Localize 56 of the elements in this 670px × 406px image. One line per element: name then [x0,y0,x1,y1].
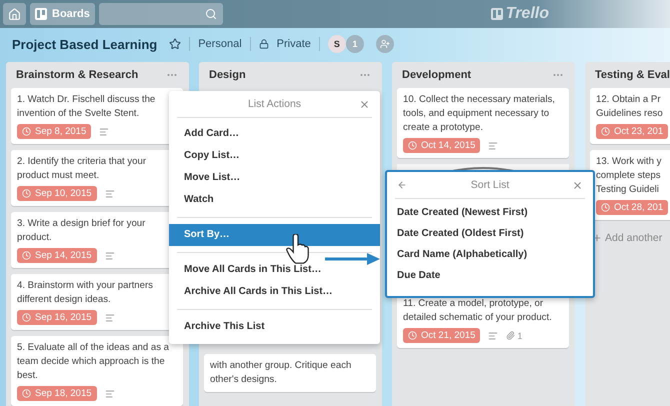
personal-label[interactable]: Personal [198,38,242,50]
list-title: Development [402,69,472,81]
close-icon[interactable] [359,98,370,110]
card[interactable]: 12. Obtain a Pr Guidelines reso Oct 23, 201 [590,88,670,144]
card[interactable]: 10. Collect the necessary materials, tools, and equipment necessary to create a prototype. Oct 14, 2015 [397,88,569,158]
due-date-badge: Sep 14, 2015 [17,248,97,263]
due-date-badge: Sep 8, 2015 [17,124,92,139]
private-label[interactable]: Private [276,38,311,50]
card-title: 2. Identify the criteria that your product must meet. [17,155,148,183]
sort-option[interactable]: Date Created (Newest First) [387,202,593,223]
due-date-badge: Oct 28, 201 [596,200,668,215]
sort-option[interactable]: Due Date [387,265,593,286]
home-button[interactable] [3,3,26,25]
card[interactable]: with another group. Critique each other's designs. [204,354,376,392]
logo: Trello [490,5,549,23]
list-title: Testing & Eval [595,69,670,81]
search-field[interactable] [98,3,223,25]
hand-cursor-icon [286,234,310,264]
menu-item[interactable]: Sort By… [169,224,380,246]
sort-option[interactable]: Card Name (Alphabetically) [387,244,593,265]
home-icon [8,8,21,20]
add-member-icon[interactable] [376,35,394,53]
card-title: 3. Write a design brief for your product. [17,217,146,245]
due-date-badge: Sep 18, 2015 [17,386,97,401]
due-date-badge: Sep 10, 2015 [17,186,97,201]
search-icon [204,8,217,20]
star-icon[interactable] [169,38,182,50]
plus-icon [592,233,602,243]
lock-icon [258,39,269,49]
sort-option[interactable]: Date Created (Oldest First) [387,223,593,244]
card-title: 11. Create a model, prototype, or detailed schematic of your product. [403,297,553,325]
card-title: 4. Brainstorm with your partners different design ideas. [17,279,154,307]
back-icon[interactable] [397,180,407,190]
attachment-count: 1 [506,330,522,340]
card[interactable]: 5. Evaluate all of the ideas and as a team decide which approach is the best. Sep 18, 2015 [11,336,183,406]
member-avatar[interactable]: S [328,35,346,53]
board-icon [35,8,47,20]
list-title: Design [209,69,246,81]
due-date-badge: Sep 16, 2015 [17,310,97,325]
menu-title: List Actions [248,98,302,110]
card-title: with another group. Critique each other's designs. [210,359,352,387]
card-title: 1. Watch Dr. Fischell discuss the invention of the Svelte Stent. [17,93,156,121]
card[interactable]: 1. Watch Dr. Fischell discuss the invention of the Svelte Stent. Sep 8, 2015 [11,88,183,144]
due-date-badge: Oct 14, 2015 [403,138,480,153]
card[interactable]: 13. Work with y complete steps Testing Guideli Oct 28, 201 [590,150,670,220]
card-title: 10. Collect the necessary materials, tools, and equipment necessary to create a prototype. [403,93,556,135]
card-title: 5. Evaluate all of the ideas and as a team decide which approach is the best. [17,341,170,383]
popup-title: Sort List [470,179,510,191]
close-icon[interactable] [572,180,583,190]
due-date-badge: Oct 23, 201 [596,124,668,139]
list-title: Brainstorm & Research [16,69,138,81]
pointer-arrow [325,253,380,265]
card-title: 13. Work with y complete steps Testing Guideli [596,155,662,197]
board-title: Project Based Learning [12,36,158,52]
card-title: 12. Obtain a Pr Guidelines reso [596,93,664,121]
due-date-badge: Oct 21, 2015 [403,328,480,343]
